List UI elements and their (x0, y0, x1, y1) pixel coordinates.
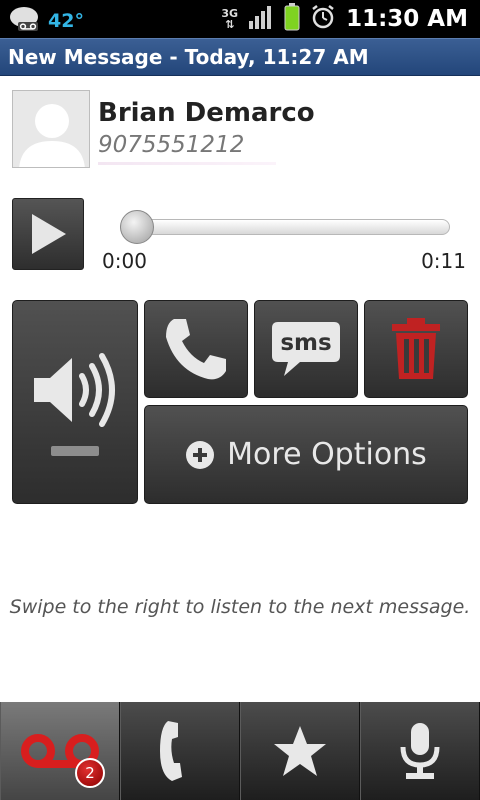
tab-voice-record[interactable] (360, 702, 480, 800)
seek-bar-track[interactable] (120, 219, 450, 235)
status-right: 3G ⇅ 11:30 AM (221, 3, 468, 35)
page-title: New Message - Today, 11:27 AM (8, 45, 369, 69)
seek-bar-thumb[interactable] (120, 210, 154, 244)
tab-voicemail[interactable]: 2 (0, 702, 120, 800)
status-bar: 42° 3G ⇅ 11:30 AM (0, 0, 480, 38)
speaker-button[interactable] (12, 300, 138, 504)
person-icon (13, 91, 89, 167)
clock: 11:30 AM (346, 6, 468, 32)
tab-favorites[interactable] (240, 702, 360, 800)
elapsed-time: 0:00 (102, 249, 147, 273)
total-duration: 0:11 (421, 249, 466, 273)
tab-bar: 2 (0, 702, 480, 800)
network-label: 3G (221, 7, 239, 20)
play-button[interactable] (12, 198, 84, 270)
star-icon (274, 726, 326, 776)
handset-icon (160, 721, 182, 781)
sms-icon (272, 322, 340, 376)
more-options-label: More Options (227, 437, 427, 472)
avatar[interactable] (12, 90, 90, 168)
temperature: 42° (48, 10, 84, 32)
contact-number: 9075551212 (98, 132, 245, 158)
battery-icon (284, 3, 300, 35)
network-type: 3G ⇅ (221, 7, 239, 31)
more-options-button[interactable]: More Options (144, 405, 468, 504)
title-bar: New Message - Today, 11:27 AM (0, 38, 480, 76)
speaker-icon (34, 353, 115, 427)
volume-minus-icon (51, 446, 99, 456)
phone-icon (166, 319, 226, 380)
alarm-icon (310, 4, 336, 34)
delete-button[interactable] (364, 300, 468, 398)
swipe-hint: Swipe to the right to listen to the next… (9, 596, 471, 618)
signal-icon (248, 5, 274, 33)
tab-calls[interactable] (120, 702, 240, 800)
contact-name: Brian Demarco (98, 98, 315, 128)
number-underline (98, 162, 276, 165)
weather-voicemail-icon (8, 4, 44, 38)
microphone-icon (400, 723, 440, 779)
plus-circle-icon (186, 440, 215, 469)
status-left: 42° (8, 4, 84, 38)
trash-icon (392, 318, 440, 379)
play-icon (32, 214, 66, 254)
call-back-button[interactable] (144, 300, 248, 398)
voicemail-count-badge: 2 (75, 758, 105, 788)
sms-button[interactable] (254, 300, 358, 398)
